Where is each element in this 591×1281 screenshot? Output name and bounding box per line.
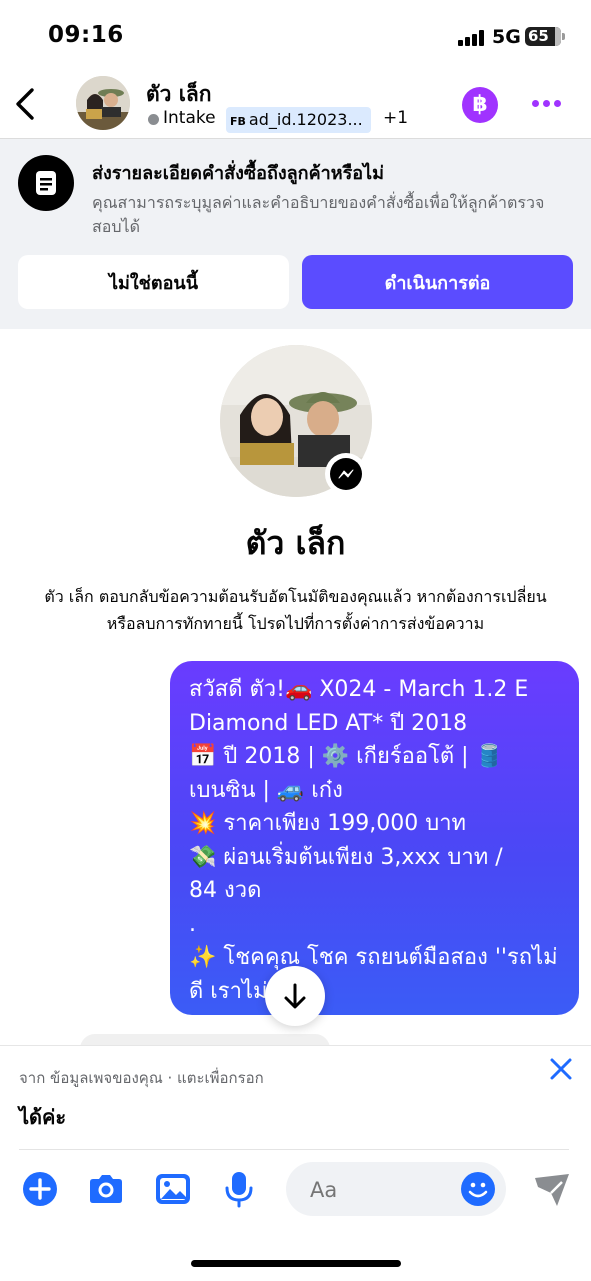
message-line: 📅 ปี 2018 | ⚙️ เกียร์ออโต้ | 🛢️ (189, 744, 503, 769)
autofill-hint[interactable]: จาก ข้อมูลเพจของคุณ · แตะเพื่อกรอก (19, 1066, 264, 1090)
message-line: Diamond LED AT* ปี 2018 (189, 710, 468, 736)
close-icon[interactable] (548, 1056, 574, 1082)
ad-id-text: ad_id.12023... (248, 110, 363, 129)
message-line: 84 งวด (189, 878, 262, 903)
label-intake[interactable]: Intake (163, 108, 216, 128)
message-line: เบนซิน | 🚙 เก๋ง (189, 777, 343, 803)
message-text: สวัสดี ตัว!🚗 X024 - March 1.2 E Diamond … (189, 673, 569, 1008)
outgoing-message-bubble[interactable]: สวัสดี ตัว!🚗 X024 - March 1.2 E Diamond … (170, 661, 579, 1015)
auto-reply-line: ตัว เล็ก ตอบกลับข้อความต้อนรับอัตโนมัติข… (44, 587, 547, 606)
message-line: สวัสดี ตัว!🚗 X024 - March 1.2 E (189, 677, 529, 702)
status-time: 09:16 (48, 22, 124, 48)
baht-coin-icon[interactable]: ฿ (462, 87, 498, 123)
plus-icon[interactable] (20, 1169, 60, 1209)
microphone-icon[interactable] (219, 1169, 259, 1209)
emoji-icon[interactable] (461, 1172, 495, 1206)
message-line: 💥 ราคาเพียง 199,000 บาท (189, 811, 467, 836)
send-icon[interactable] (532, 1170, 572, 1210)
battery-level: 65 (528, 27, 549, 45)
profile-name: ตัว เล็ก (245, 524, 346, 562)
message-line: . (189, 911, 196, 937)
fb-badge: FB (230, 115, 246, 128)
not-now-button[interactable]: ไม่ใช่ตอนนี้ (18, 255, 289, 309)
document-icon (18, 155, 74, 211)
message-line: ดี เราไม่ (189, 978, 268, 1004)
more-dots-icon[interactable] (532, 100, 562, 108)
label-ad-id[interactable]: FB ad_id.12023... (226, 107, 371, 133)
network-type: 5G (492, 26, 521, 48)
suggested-reply[interactable]: ได้ค่ะ (19, 1101, 66, 1133)
battery-icon: 65 (525, 27, 565, 46)
contact-avatar[interactable] (76, 76, 130, 130)
more-labels[interactable]: +1 (383, 108, 408, 128)
back-chevron-icon[interactable] (12, 86, 40, 122)
auto-reply-line: หรือลบการทักทายนี้ โปรดไปที่การตั้งค่ากา… (106, 614, 485, 633)
status-dot (148, 114, 159, 125)
camera-icon[interactable] (86, 1169, 126, 1209)
banner-description: คุณสามารถระบุมูลค่าและคำอธิบายของคำสั่งซ… (92, 193, 545, 236)
divider (19, 1149, 569, 1150)
auto-reply-notice: ตัว เล็ก ตอบกลับข้อความต้อนรับอัตโนมัติข… (20, 583, 571, 637)
gallery-icon[interactable] (153, 1169, 193, 1209)
message-line: ✨ โชคคุณ โชค รถยนต์มือสอง ''รถไม่ (189, 945, 558, 970)
home-indicator (191, 1260, 401, 1267)
scroll-down-button[interactable] (265, 966, 325, 1026)
contact-name: ตัว เล็ก (146, 82, 212, 106)
continue-button[interactable]: ดำเนินการต่อ (302, 255, 573, 309)
arrow-down-icon (284, 983, 306, 1009)
message-input[interactable] (308, 1174, 452, 1206)
message-line: 💸 ผ่อนเริ่มต้นเพียง 3,xxx บาท / (189, 844, 503, 870)
banner-title: ส่งรายละเอียดคำสั่งซื้อถึงลูกค้าหรือไม่ (92, 163, 384, 184)
signal-icon (458, 30, 486, 46)
messenger-icon (325, 453, 367, 495)
